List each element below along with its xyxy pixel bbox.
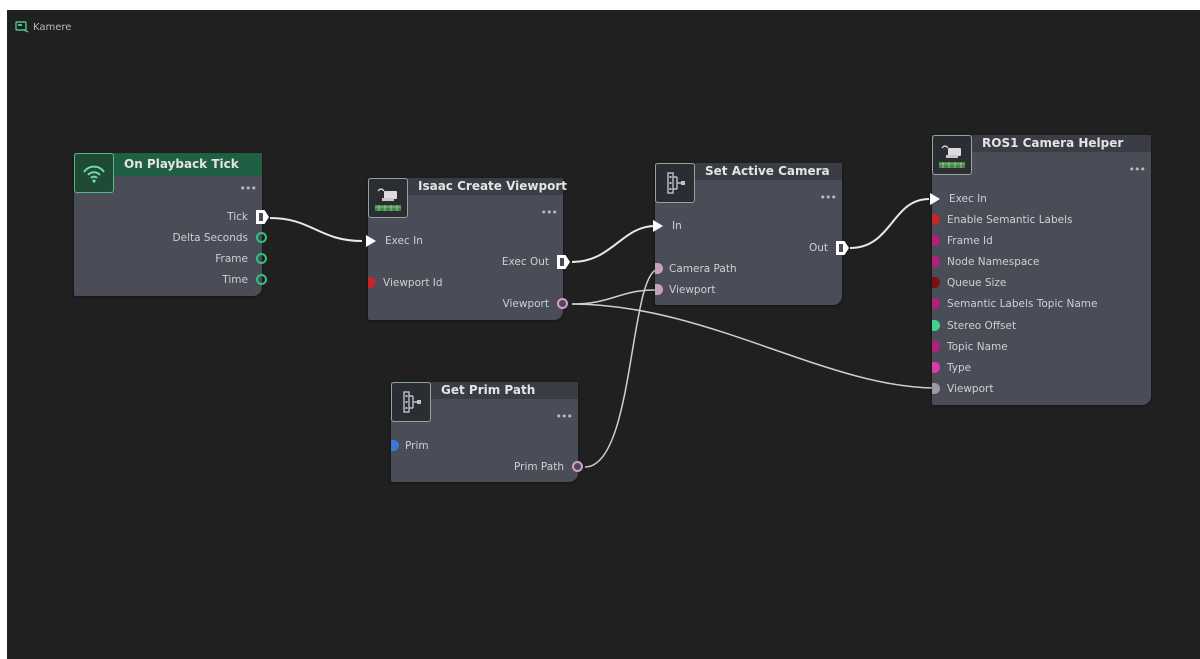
node-title: Isaac Create Viewport — [418, 179, 568, 193]
port-queue-size-label: Queue Size — [947, 277, 1007, 289]
port-node-namespace-label: Node Namespace — [947, 256, 1040, 268]
port-tick-pin[interactable] — [256, 210, 269, 224]
camera-icon — [932, 135, 972, 175]
node-get-prim-path[interactable]: Get Prim Path ••• Prim Prim Path — [391, 382, 583, 482]
port-frame-pin[interactable] — [256, 253, 267, 264]
wire-viewport-to-set-viewport — [571, 289, 656, 305]
node-menu-button[interactable]: ••• — [541, 207, 558, 218]
port-viewport-label: Viewport — [669, 284, 716, 296]
port-camera-path-label: Camera Path — [669, 263, 737, 275]
camera-icon — [368, 178, 408, 218]
node-isaac-create-viewport[interactable]: Isaac Create Viewport ••• Exec In Viewpo… — [366, 178, 570, 320]
port-exec-in-label: Exec In — [949, 193, 987, 205]
wire-prim-path-to-camera-path — [584, 268, 660, 468]
port-viewport-pin[interactable] — [932, 383, 940, 394]
port-in-pin[interactable] — [653, 220, 663, 232]
port-topic-name-label: Topic Name — [947, 341, 1008, 353]
port-frame-label: Frame — [215, 253, 248, 265]
node-set-active-camera[interactable]: Set Active Camera ••• In Camera Path Vie… — [653, 163, 849, 305]
port-semantic-labels-topic-name-pin[interactable] — [932, 298, 940, 309]
function-icon — [655, 163, 695, 203]
node-title: On Playback Tick — [124, 157, 239, 171]
wire-exec-out-to-in — [571, 225, 656, 263]
port-viewport-pin[interactable] — [655, 284, 663, 295]
port-time-pin[interactable] — [256, 274, 267, 285]
graph-title: Kamere — [33, 21, 72, 33]
port-prim-pin[interactable] — [391, 440, 399, 451]
port-node-namespace-pin[interactable] — [932, 256, 940, 267]
port-delta-seconds-pin[interactable] — [256, 232, 267, 243]
port-enable-semantic-labels-label: Enable Semantic Labels — [947, 214, 1073, 226]
port-stereo-offset-label: Stereo Offset — [947, 320, 1017, 332]
port-camera-path-pin[interactable] — [655, 263, 663, 274]
port-delta-seconds-label: Delta Seconds — [172, 232, 248, 244]
wire-out-to-exec-in — [849, 198, 930, 249]
port-in-label: In — [672, 220, 682, 232]
port-prim-label: Prim — [405, 440, 429, 452]
broadcast-icon — [74, 153, 114, 193]
node-on-playback-tick[interactable]: On Playback Tick ••• Tick Delta Seconds … — [74, 153, 269, 296]
port-out-label: Out — [808, 242, 828, 254]
port-frame-id-pin[interactable] — [932, 235, 940, 246]
node-menu-button[interactable]: ••• — [556, 411, 573, 422]
node-ros1-camera-helper[interactable]: ROS1 Camera Helper ••• Exec In Enable Se… — [930, 135, 1151, 405]
node-menu-button[interactable]: ••• — [1129, 164, 1146, 175]
port-viewport-pin[interactable] — [557, 298, 568, 309]
port-stereo-offset-pin[interactable] — [932, 320, 940, 331]
port-enable-semantic-labels-pin[interactable] — [932, 214, 940, 225]
node-menu-button[interactable]: ••• — [240, 183, 257, 194]
node-title: ROS1 Camera Helper — [982, 136, 1124, 150]
port-topic-name-pin[interactable] — [932, 341, 940, 352]
port-frame-id-label: Frame Id — [947, 235, 993, 247]
port-prim-path-pin[interactable] — [572, 461, 583, 472]
wire-viewport-to-ros-viewport — [571, 303, 937, 389]
port-tick-label: Tick — [227, 211, 248, 223]
port-semantic-labels-topic-name-label: Semantic Labels Topic Name — [947, 298, 1098, 310]
port-type-pin[interactable] — [932, 362, 940, 373]
port-out-pin[interactable] — [836, 241, 849, 255]
graph-tab[interactable]: Kamere — [15, 21, 71, 33]
port-time-label: Time — [222, 274, 248, 286]
node-title: Set Active Camera — [705, 164, 830, 178]
graph-canvas[interactable]: Kamere On Playback Tick ••• Tick Delta S… — [7, 10, 1200, 659]
node-menu-button[interactable]: ••• — [820, 192, 837, 203]
port-queue-size-pin[interactable] — [932, 277, 940, 288]
port-exec-out-label: Exec Out — [501, 256, 549, 268]
port-viewport-id-pin[interactable] — [368, 277, 376, 288]
port-exec-in-label: Exec In — [385, 235, 423, 247]
port-exec-in-pin[interactable] — [930, 193, 940, 205]
port-exec-in-pin[interactable] — [366, 235, 376, 247]
graph-icon — [15, 21, 29, 33]
port-type-label: Type — [947, 362, 972, 374]
function-icon — [391, 382, 431, 422]
port-viewport-label: Viewport — [502, 298, 549, 310]
port-viewport-label: Viewport — [947, 383, 994, 395]
wire-tick-to-exec-in — [269, 217, 363, 242]
port-viewport-id-label: Viewport Id — [383, 277, 443, 289]
port-exec-out-pin[interactable] — [557, 255, 570, 269]
port-prim-path-label: Prim Path — [513, 461, 564, 473]
node-title: Get Prim Path — [441, 383, 536, 397]
